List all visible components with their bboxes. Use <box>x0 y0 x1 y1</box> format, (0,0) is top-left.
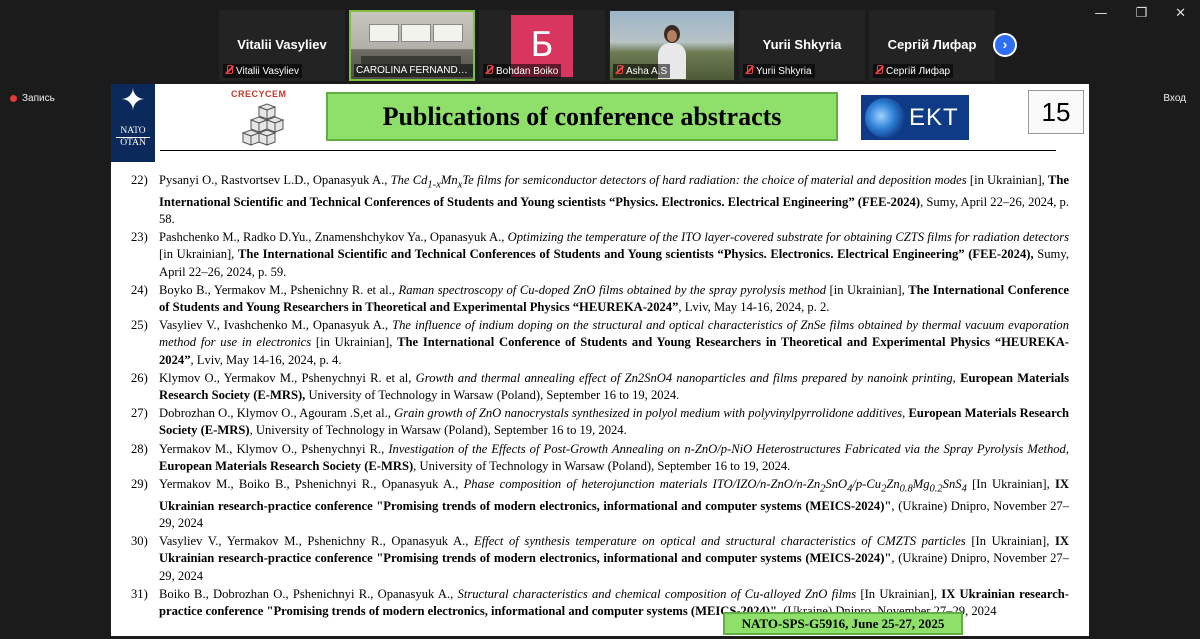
reference-text: Yermakov M., Boiko B., Pshenichnyi R., O… <box>159 476 1069 530</box>
nato-star-icon: ✦ <box>120 84 146 117</box>
reference-text: Klymov O., Yermakov M., Pshenychnyi R. e… <box>159 370 1070 402</box>
reference-list: 22) Pysanyi O., Rastvortsev L.D., Opanasy… <box>131 172 1069 621</box>
participant-label: CAROLINA FERNANDEZ S... <box>354 64 473 77</box>
window-controls: — ❐ ✕ <box>1094 6 1186 21</box>
reference-number: 24) <box>131 282 148 297</box>
participant-tile[interactable]: Vitalii Vasyliev Vitalii Vasyliev <box>219 10 345 81</box>
divider <box>160 150 1056 151</box>
participant-name: Сергій Лифар <box>887 37 977 52</box>
crecycle-logo: CRECYCEM <box>231 89 295 151</box>
reference-text: Yermakov M., Klymov O., Pshenychnyi R., … <box>159 441 1069 473</box>
reference-item: 25) Vasyliev V., Ivashchenko M., Opanasyu… <box>131 317 1069 369</box>
participant-label: Asha A.S <box>613 64 671 78</box>
reference-text: Vasyliev V., Yermakov M., Pshenichny R.,… <box>159 534 1069 583</box>
mic-muted-icon <box>615 65 623 75</box>
reference-item: 23) Pashchenko M., Radko D.Yu., Znamenshc… <box>131 229 1069 281</box>
reference-text: Vasyliev V., Ivashchenko M., Opanasyuk A… <box>159 318 1070 367</box>
participant-tile[interactable]: Yurii Shkyria Yurii Shkyria <box>739 10 865 81</box>
reference-item: 24) Boyko B., Yermakov M., Pshenichny R. … <box>131 282 1069 316</box>
restore-button[interactable]: ❐ <box>1135 6 1147 21</box>
reference-number: 26) <box>131 370 148 385</box>
close-button[interactable]: ✕ <box>1175 6 1186 21</box>
slide-title-box: Publications of conference abstracts <box>326 92 838 141</box>
mic-muted-icon <box>225 65 233 75</box>
reference-text: Pysanyi O., Rastvortsev L.D., Opanasyuk … <box>159 173 1069 226</box>
mic-muted-icon <box>485 65 493 75</box>
reference-item: 22) Pysanyi O., Rastvortsev L.D., Opanasy… <box>131 172 1069 228</box>
participant-label: Yurii Shkyria <box>743 64 815 78</box>
participant-label: Bohdan Boiko <box>483 64 562 78</box>
reference-item: 29) Yermakov M., Boiko B., Pshenichnyi R.… <box>131 476 1069 532</box>
participant-name: Vitalii Vasyliev <box>237 37 327 52</box>
reference-number: 23) <box>131 230 148 245</box>
reference-number: 22) <box>131 173 148 187</box>
page-number: 15 <box>1028 90 1084 134</box>
reference-number: 29) <box>131 476 148 491</box>
reference-text: Dobrozhan O., Klymov O., Agouram .S,et a… <box>159 406 1070 438</box>
participant-tile-active-speaker[interactable]: CAROLINA FERNANDEZ S... <box>349 10 475 81</box>
reference-item: 27) Dobrozhan O., Klymov O., Agouram .S,e… <box>131 405 1069 439</box>
record-dot-icon <box>10 95 17 102</box>
shared-screen-slide: ✦ NATO OTAN CRECYCEM Publications of con… <box>111 84 1089 636</box>
mic-muted-icon <box>875 65 883 75</box>
ekt-logo: EKT <box>861 95 969 140</box>
reference-number: 25) <box>131 318 148 333</box>
record-label: Запись <box>22 93 55 104</box>
minimize-button[interactable]: — <box>1094 6 1107 21</box>
participant-tile[interactable]: Б Bohdan Boiko <box>479 10 605 81</box>
reference-number: 28) <box>131 441 148 456</box>
recording-indicator[interactable]: Запись <box>10 93 55 104</box>
mic-muted-icon <box>745 65 753 75</box>
reference-text: Boyko B., Yermakov M., Pshenichny R. et … <box>159 282 1069 314</box>
reference-item: 26) Klymov O., Yermakov M., Pshenychnyi R… <box>131 370 1069 404</box>
participant-label: Vitalii Vasyliev <box>223 64 302 78</box>
reference-number: 27) <box>131 406 148 421</box>
participant-label: Сергій Лифар <box>873 64 954 78</box>
reference-item: 30) Vasyliev V., Yermakov M., Pshenichny … <box>131 533 1069 585</box>
participant-tile[interactable]: Asha A.S <box>609 10 735 81</box>
reference-item: 28) Yermakov M., Klymov O., Pshenychnyi R… <box>131 441 1069 475</box>
footer-badge: NATO-SPS-G5916, June 25-27, 2025 <box>723 612 963 635</box>
slide-title: Publications of conference abstracts <box>382 102 782 131</box>
nato-logo: ✦ NATO OTAN <box>111 84 155 162</box>
participant-name: Yurii Shkyria <box>762 37 842 52</box>
exit-button[interactable]: Вход <box>1163 93 1186 104</box>
ekt-globe-icon <box>865 97 905 138</box>
reference-number: 31) <box>131 586 148 601</box>
reference-text: Pashchenko M., Radko D.Yu., Znamenshchyk… <box>159 230 1069 279</box>
participant-strip: Vitalii Vasyliev Vitalii Vasyliev CAROLI… <box>219 10 995 81</box>
participant-tile[interactable]: Сергій Лифар Сергій Лифар <box>869 10 995 81</box>
reference-number: 30) <box>131 534 148 549</box>
next-participants-button[interactable]: › <box>993 33 1017 57</box>
